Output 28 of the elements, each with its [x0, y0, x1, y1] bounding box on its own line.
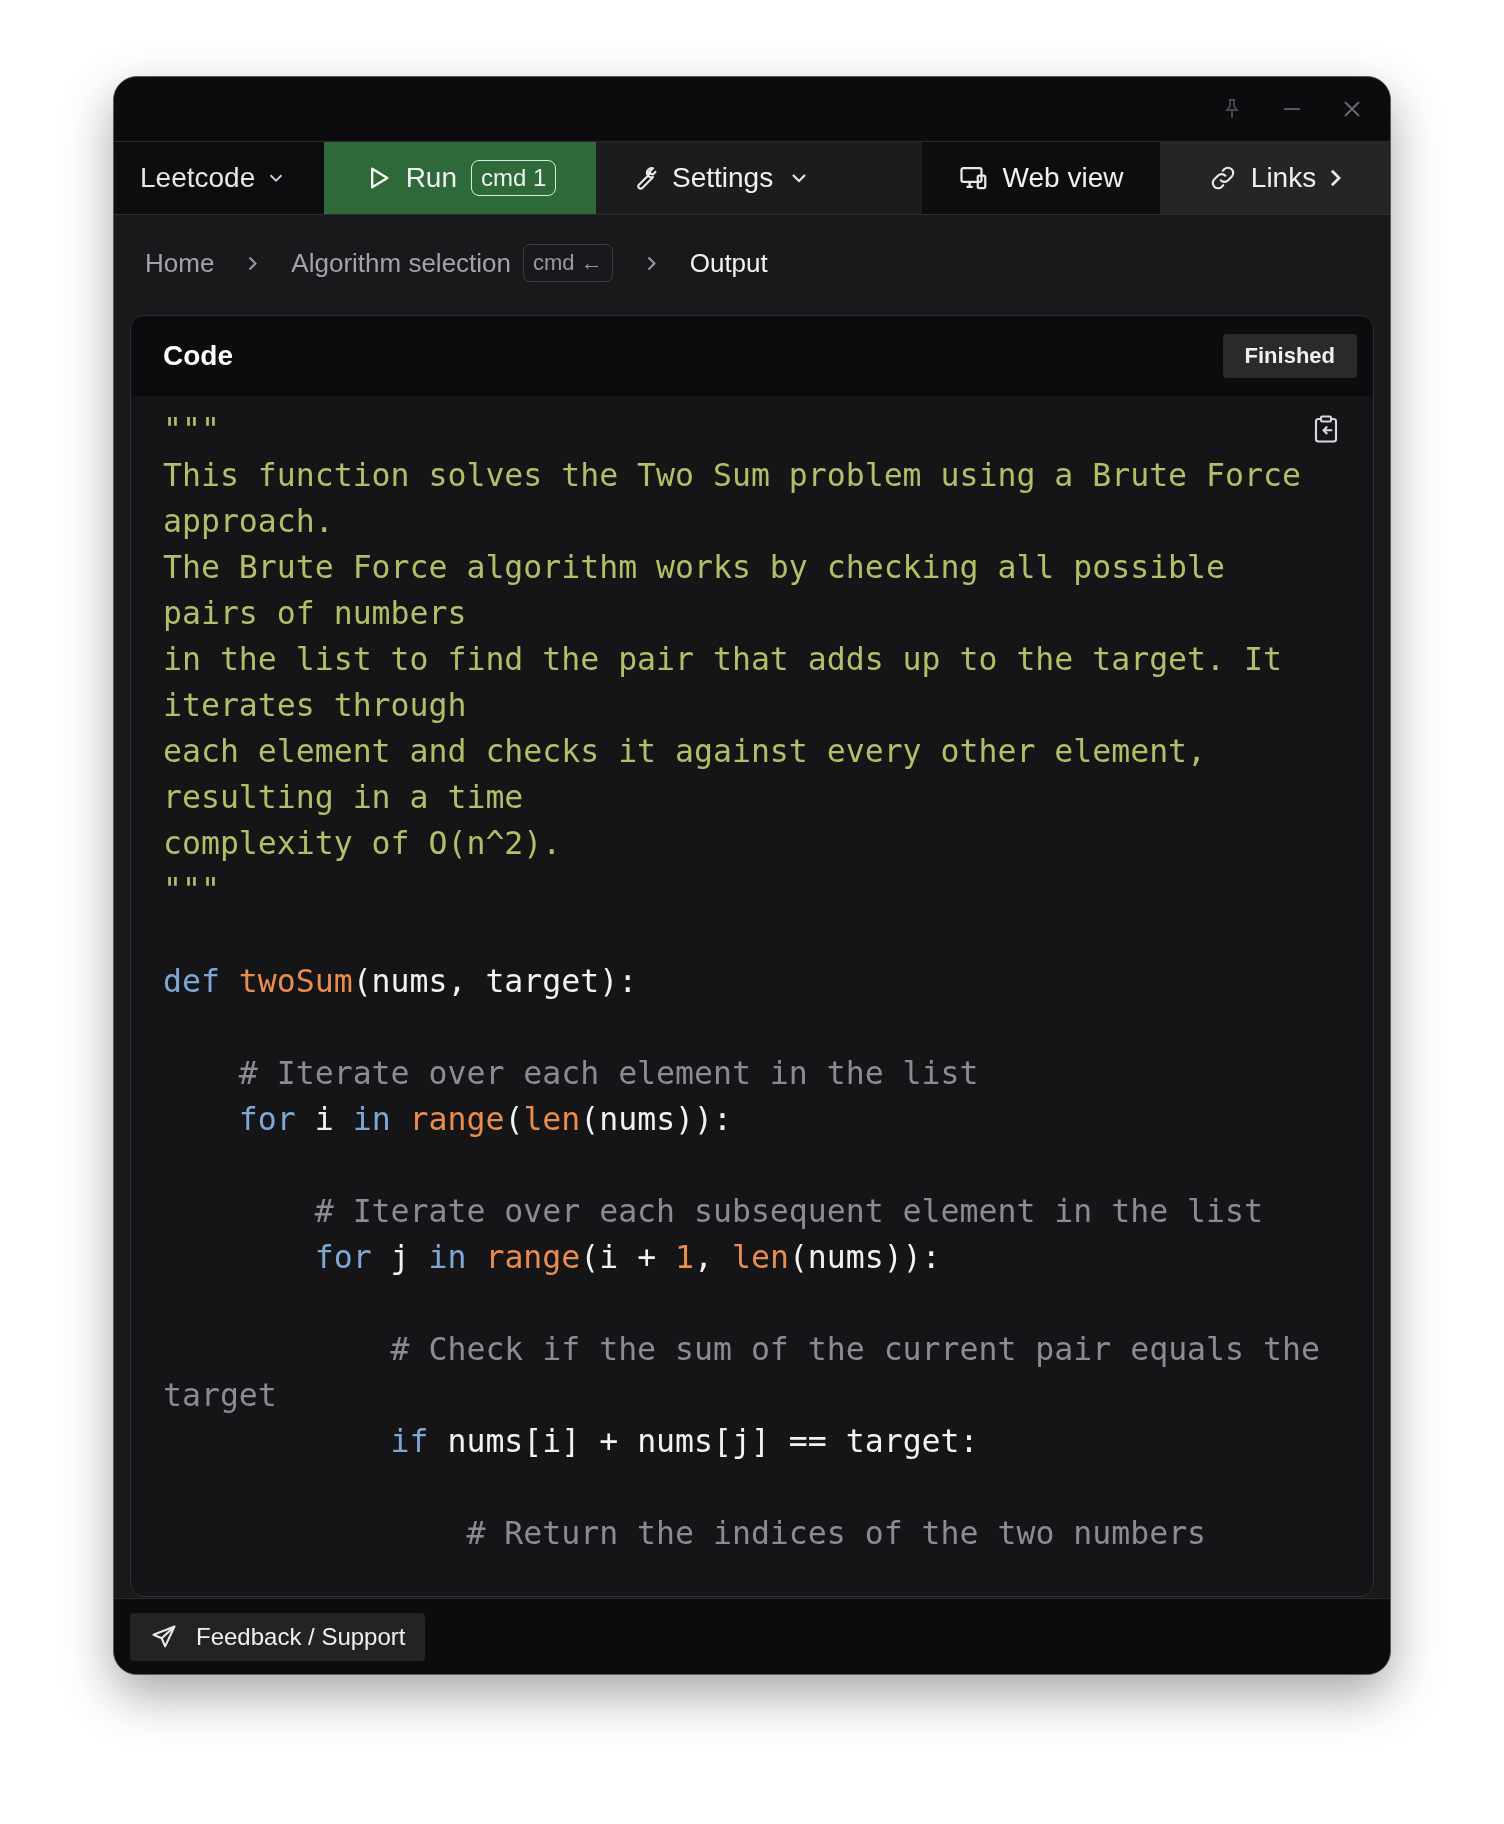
shortcut-badge: cmd ← — [523, 244, 613, 282]
code-line: for i in range(len(nums)): — [237, 1100, 732, 1139]
code-line: for j in range(i + 1, len(nums)): — [313, 1238, 941, 1277]
breadcrumb-link[interactable]: Algorithm selection — [291, 247, 511, 279]
card-title: Code — [163, 340, 233, 372]
code-line: complexity of O(n^2). — [163, 824, 562, 863]
breadcrumb-link[interactable]: Home — [145, 247, 215, 279]
settings-dropdown[interactable]: Settings — [596, 142, 838, 214]
code-line: """ — [163, 870, 220, 909]
project-dropdown[interactable]: Leetcode — [114, 142, 324, 214]
code-line: # Iterate over each subsequent element in the list — [313, 1192, 1263, 1231]
code-line: # Iterate over each element in the list — [237, 1054, 979, 1093]
links-button[interactable]: Links — [1160, 142, 1390, 214]
breadcrumb-link[interactable]: Output — [689, 247, 768, 279]
code-line: if nums[i] + nums[j] == target: — [389, 1422, 979, 1461]
chevron-right-icon — [248, 255, 258, 271]
web-view-button[interactable]: Web view — [922, 142, 1160, 214]
status-badge: Finished — [1222, 334, 1357, 378]
code-line: # Check if the sum of the current pair equals the target — [163, 1330, 1321, 1415]
chevron-right-icon — [646, 255, 656, 271]
code-line: # Return the indices of the two numbers — [465, 1514, 1207, 1553]
code-line: This function solves the Two Sum problem using a Brute Force approach. — [163, 456, 1302, 541]
chevron-right-icon — [1330, 169, 1342, 187]
code-line: """ — [163, 410, 220, 449]
feedback-button[interactable]: Feedback / Support — [130, 1612, 426, 1661]
code-line: def twoSum(nums, target): — [163, 962, 638, 1001]
shortcut-badge: cmd 1 — [471, 160, 557, 196]
run-button[interactable]: Run cmd 1 — [324, 142, 596, 214]
